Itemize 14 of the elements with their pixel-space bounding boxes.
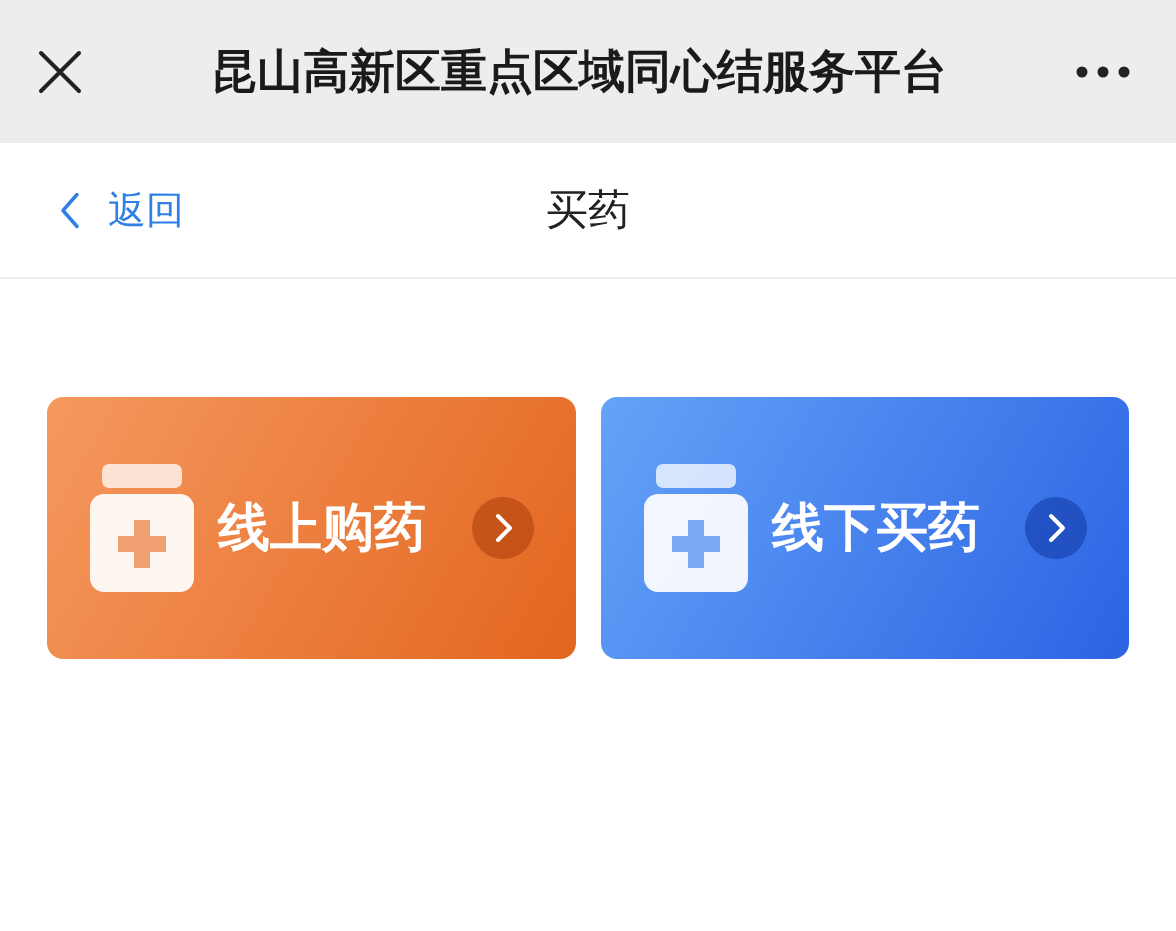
back-link[interactable]: 返回 [60,184,184,236]
shop-card[interactable]: 线上购药 [47,397,576,659]
chevron-left-icon[interactable] [60,192,80,228]
window-title: 昆山高新区重点区域同心结服务平台 [210,42,948,100]
chevron-right-icon [471,497,534,559]
close-icon[interactable] [38,49,82,94]
more-icon[interactable] [1076,65,1130,78]
chevron-right-icon [1025,497,1087,559]
medicine-bottle-icon [90,464,194,592]
card-label: 线上购药 [218,496,427,559]
card-label: 线下买药 [771,496,981,559]
medicine-bottle-icon [643,464,748,592]
shop-card[interactable]: 线下买药 [600,397,1129,659]
page-title: 买药 [546,184,630,236]
